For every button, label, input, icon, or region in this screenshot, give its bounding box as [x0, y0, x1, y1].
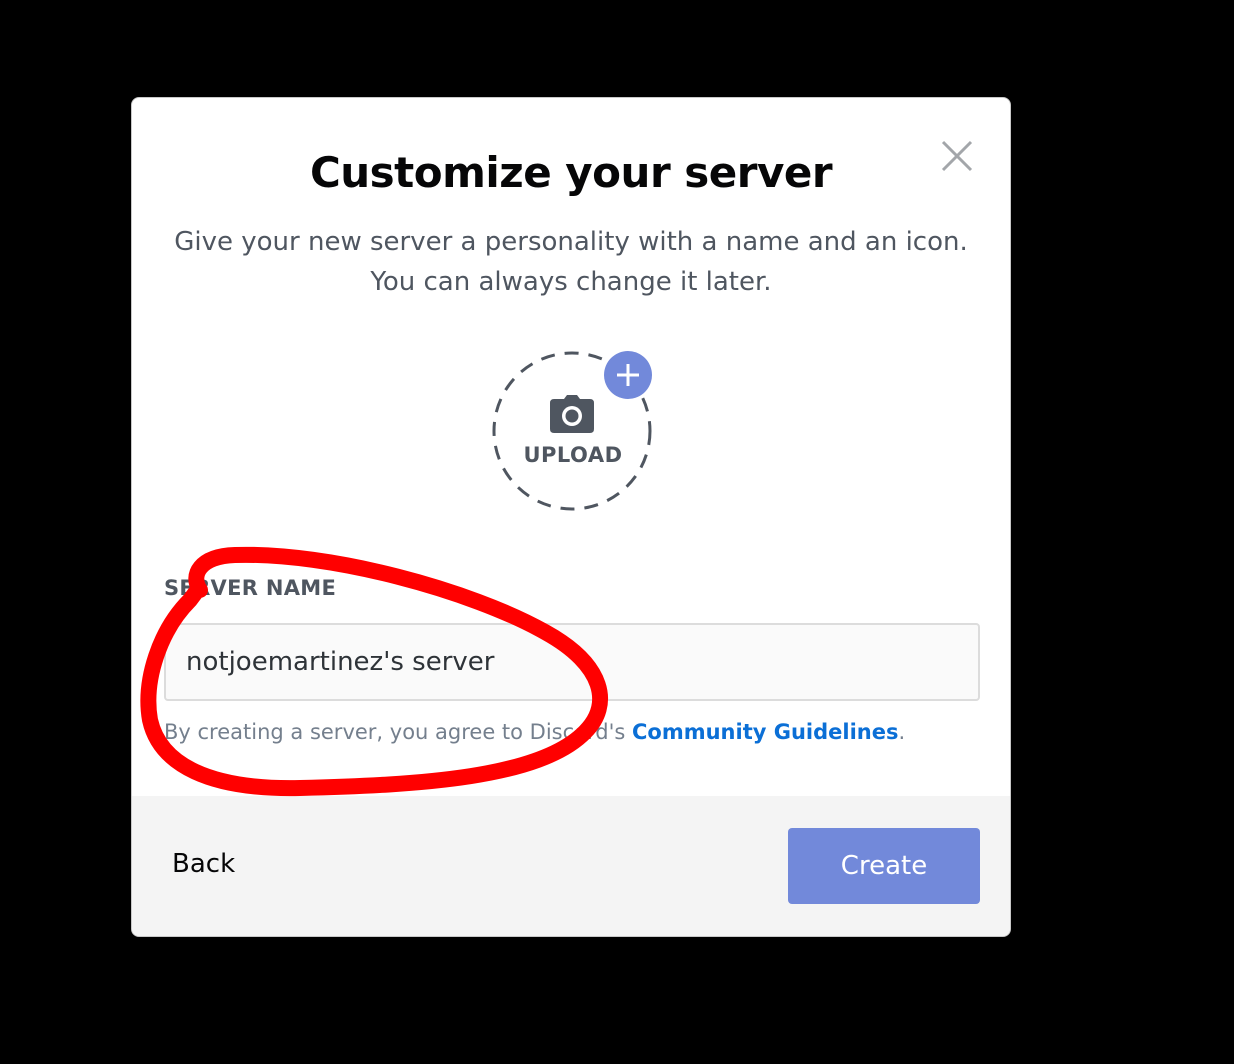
- upload-label: UPLOAD: [523, 443, 623, 467]
- back-button[interactable]: Back: [172, 849, 235, 879]
- plus-icon: [617, 364, 639, 386]
- create-server-modal: Customize your server Give your new serv…: [131, 97, 1011, 937]
- modal-subtitle: Give your new server a personality with …: [162, 222, 980, 302]
- legal-text: By creating a server, you agree to Disco…: [164, 720, 632, 744]
- create-button[interactable]: Create: [788, 828, 980, 904]
- legal-suffix: .: [898, 720, 906, 744]
- modal-footer: Back Create: [132, 796, 1010, 936]
- camera-icon: [550, 395, 594, 433]
- subtitle-line-1: Give your new server a personality with …: [174, 227, 968, 257]
- subtitle-line-2: You can always change it later.: [370, 267, 772, 297]
- server-name-input[interactable]: [164, 623, 980, 701]
- legal-notice: By creating a server, you agree to Disco…: [164, 720, 905, 744]
- upload-icon-button[interactable]: UPLOAD: [492, 351, 654, 513]
- server-name-label: SERVER NAME: [164, 576, 337, 600]
- modal-title: Customize your server: [309, 148, 833, 197]
- add-badge[interactable]: [604, 351, 652, 399]
- community-guidelines-link[interactable]: Community Guidelines: [632, 720, 899, 744]
